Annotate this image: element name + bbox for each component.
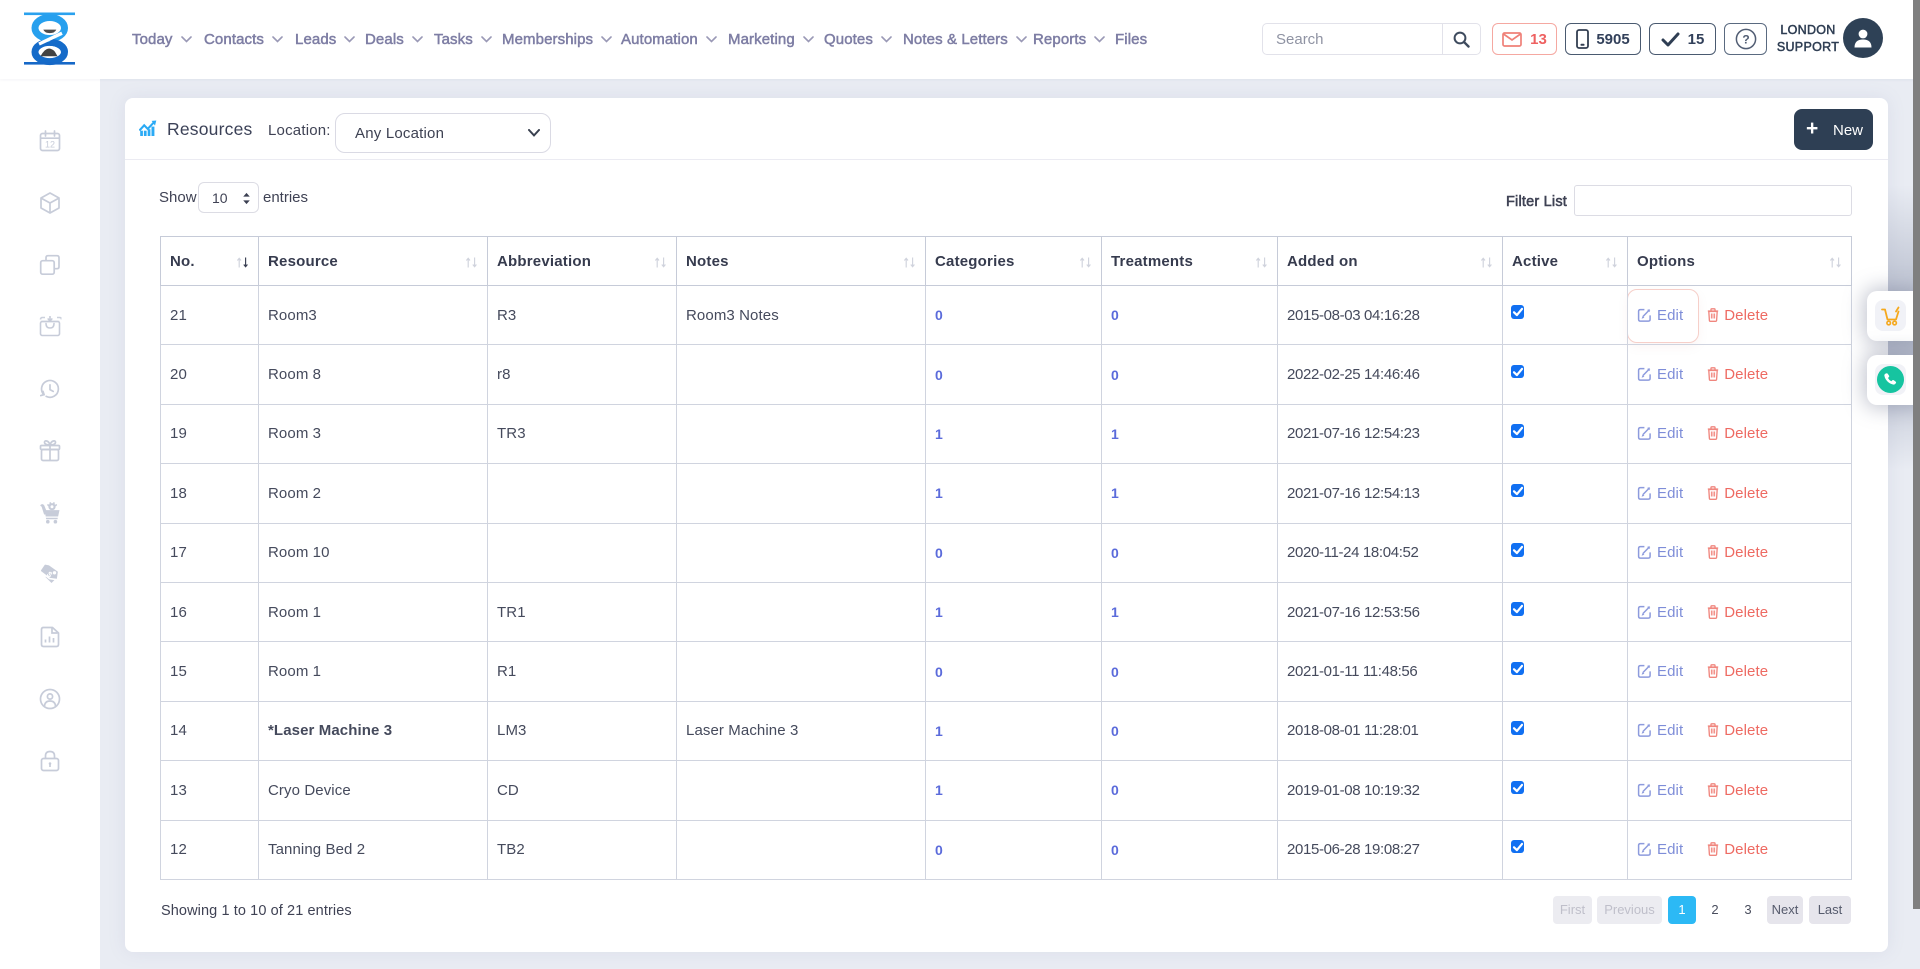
svg-text:?: ?: [1742, 32, 1749, 46]
svg-text:12: 12: [45, 140, 55, 150]
